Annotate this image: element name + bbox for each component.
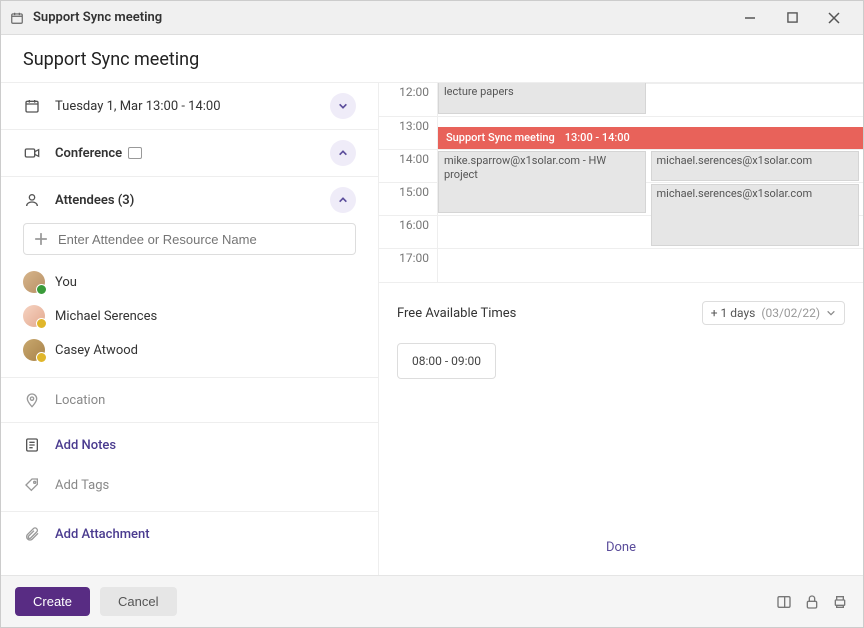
calendar-icon [23,97,41,115]
panel-icon[interactable] [775,593,793,611]
chevron-down-icon[interactable] [330,93,356,119]
conference-badge-icon [128,147,142,159]
print-icon[interactable] [831,593,849,611]
attachment-label: Add Attachment [55,527,356,542]
minimize-button[interactable] [729,3,771,33]
schedule-preview: 12:00 13:00 14:00 15:00 16:00 17:00 [379,83,863,283]
time-label: 16:00 [379,215,437,248]
page-title: Support Sync meeting [1,35,863,82]
attendee-input-wrap[interactable] [23,223,356,255]
attendee-item[interactable]: Michael Serences [23,299,356,333]
window-title: Support Sync meeting [33,10,729,25]
chevron-up-icon[interactable] [330,187,356,213]
time-label: 15:00 [379,182,437,215]
location-row[interactable]: Location [1,378,378,422]
schedule-block[interactable]: lecture papers [438,83,646,114]
plus-icon [32,230,50,248]
titlebar: Support Sync meeting [1,1,863,35]
location-icon [23,391,41,409]
close-button[interactable] [813,3,855,33]
free-times-label: Free Available Times [397,306,516,321]
datetime-label: Tuesday 1, Mar 13:00 - 14:00 [55,99,316,114]
attendees-header[interactable]: Attendees (3) [1,177,378,223]
create-button[interactable]: Create [15,587,90,616]
attendee-item[interactable]: Casey Atwood [23,333,356,367]
day-offset-picker[interactable]: + 1 days (03/02/22) [702,301,845,325]
notes-label: Add Notes [55,438,356,453]
tags-label: Add Tags [55,478,356,493]
time-slot[interactable]: 08:00 - 09:00 [397,343,496,379]
time-label: 14:00 [379,149,437,182]
schedule-block[interactable]: michael.serences@x1solar.com [651,184,859,246]
time-label: 12:00 [379,83,437,116]
attachment-row[interactable]: Add Attachment [1,512,378,556]
avatar [23,339,45,361]
maximize-button[interactable] [771,3,813,33]
calendar-icon [9,10,25,26]
notes-icon [23,436,41,454]
lock-icon[interactable] [803,593,821,611]
attendee-name: You [55,275,77,290]
conference-row[interactable]: Conference [1,130,378,176]
done-link[interactable]: Done [606,540,636,555]
video-icon [23,144,41,162]
time-label: 13:00 [379,116,437,149]
attendees-label: Attendees (3) [55,193,316,208]
cancel-button[interactable]: Cancel [100,587,176,616]
tag-icon [23,476,41,494]
schedule-block-highlight[interactable]: Support Sync meeting 13:00 - 14:00 [438,127,863,149]
attendee-item[interactable]: You [23,265,356,299]
conference-label: Conference [55,146,316,161]
location-label: Location [55,393,356,408]
schedule-block[interactable]: mike.sparrow@x1solar.com - HW project [438,151,646,213]
schedule-block[interactable]: michael.serences@x1solar.com [651,151,859,181]
chevron-down-icon [826,308,836,318]
person-icon [23,191,41,209]
time-label: 17:00 [379,248,437,281]
avatar [23,305,45,327]
datetime-row[interactable]: Tuesday 1, Mar 13:00 - 14:00 [1,83,378,129]
paperclip-icon [23,525,41,543]
notes-row[interactable]: Add Notes [1,423,378,467]
tags-row[interactable]: Add Tags [1,467,378,511]
attendee-name: Michael Serences [55,309,157,324]
avatar [23,271,45,293]
attendee-name: Casey Atwood [55,343,138,358]
attendee-input[interactable] [58,232,347,247]
chevron-up-icon[interactable] [330,140,356,166]
